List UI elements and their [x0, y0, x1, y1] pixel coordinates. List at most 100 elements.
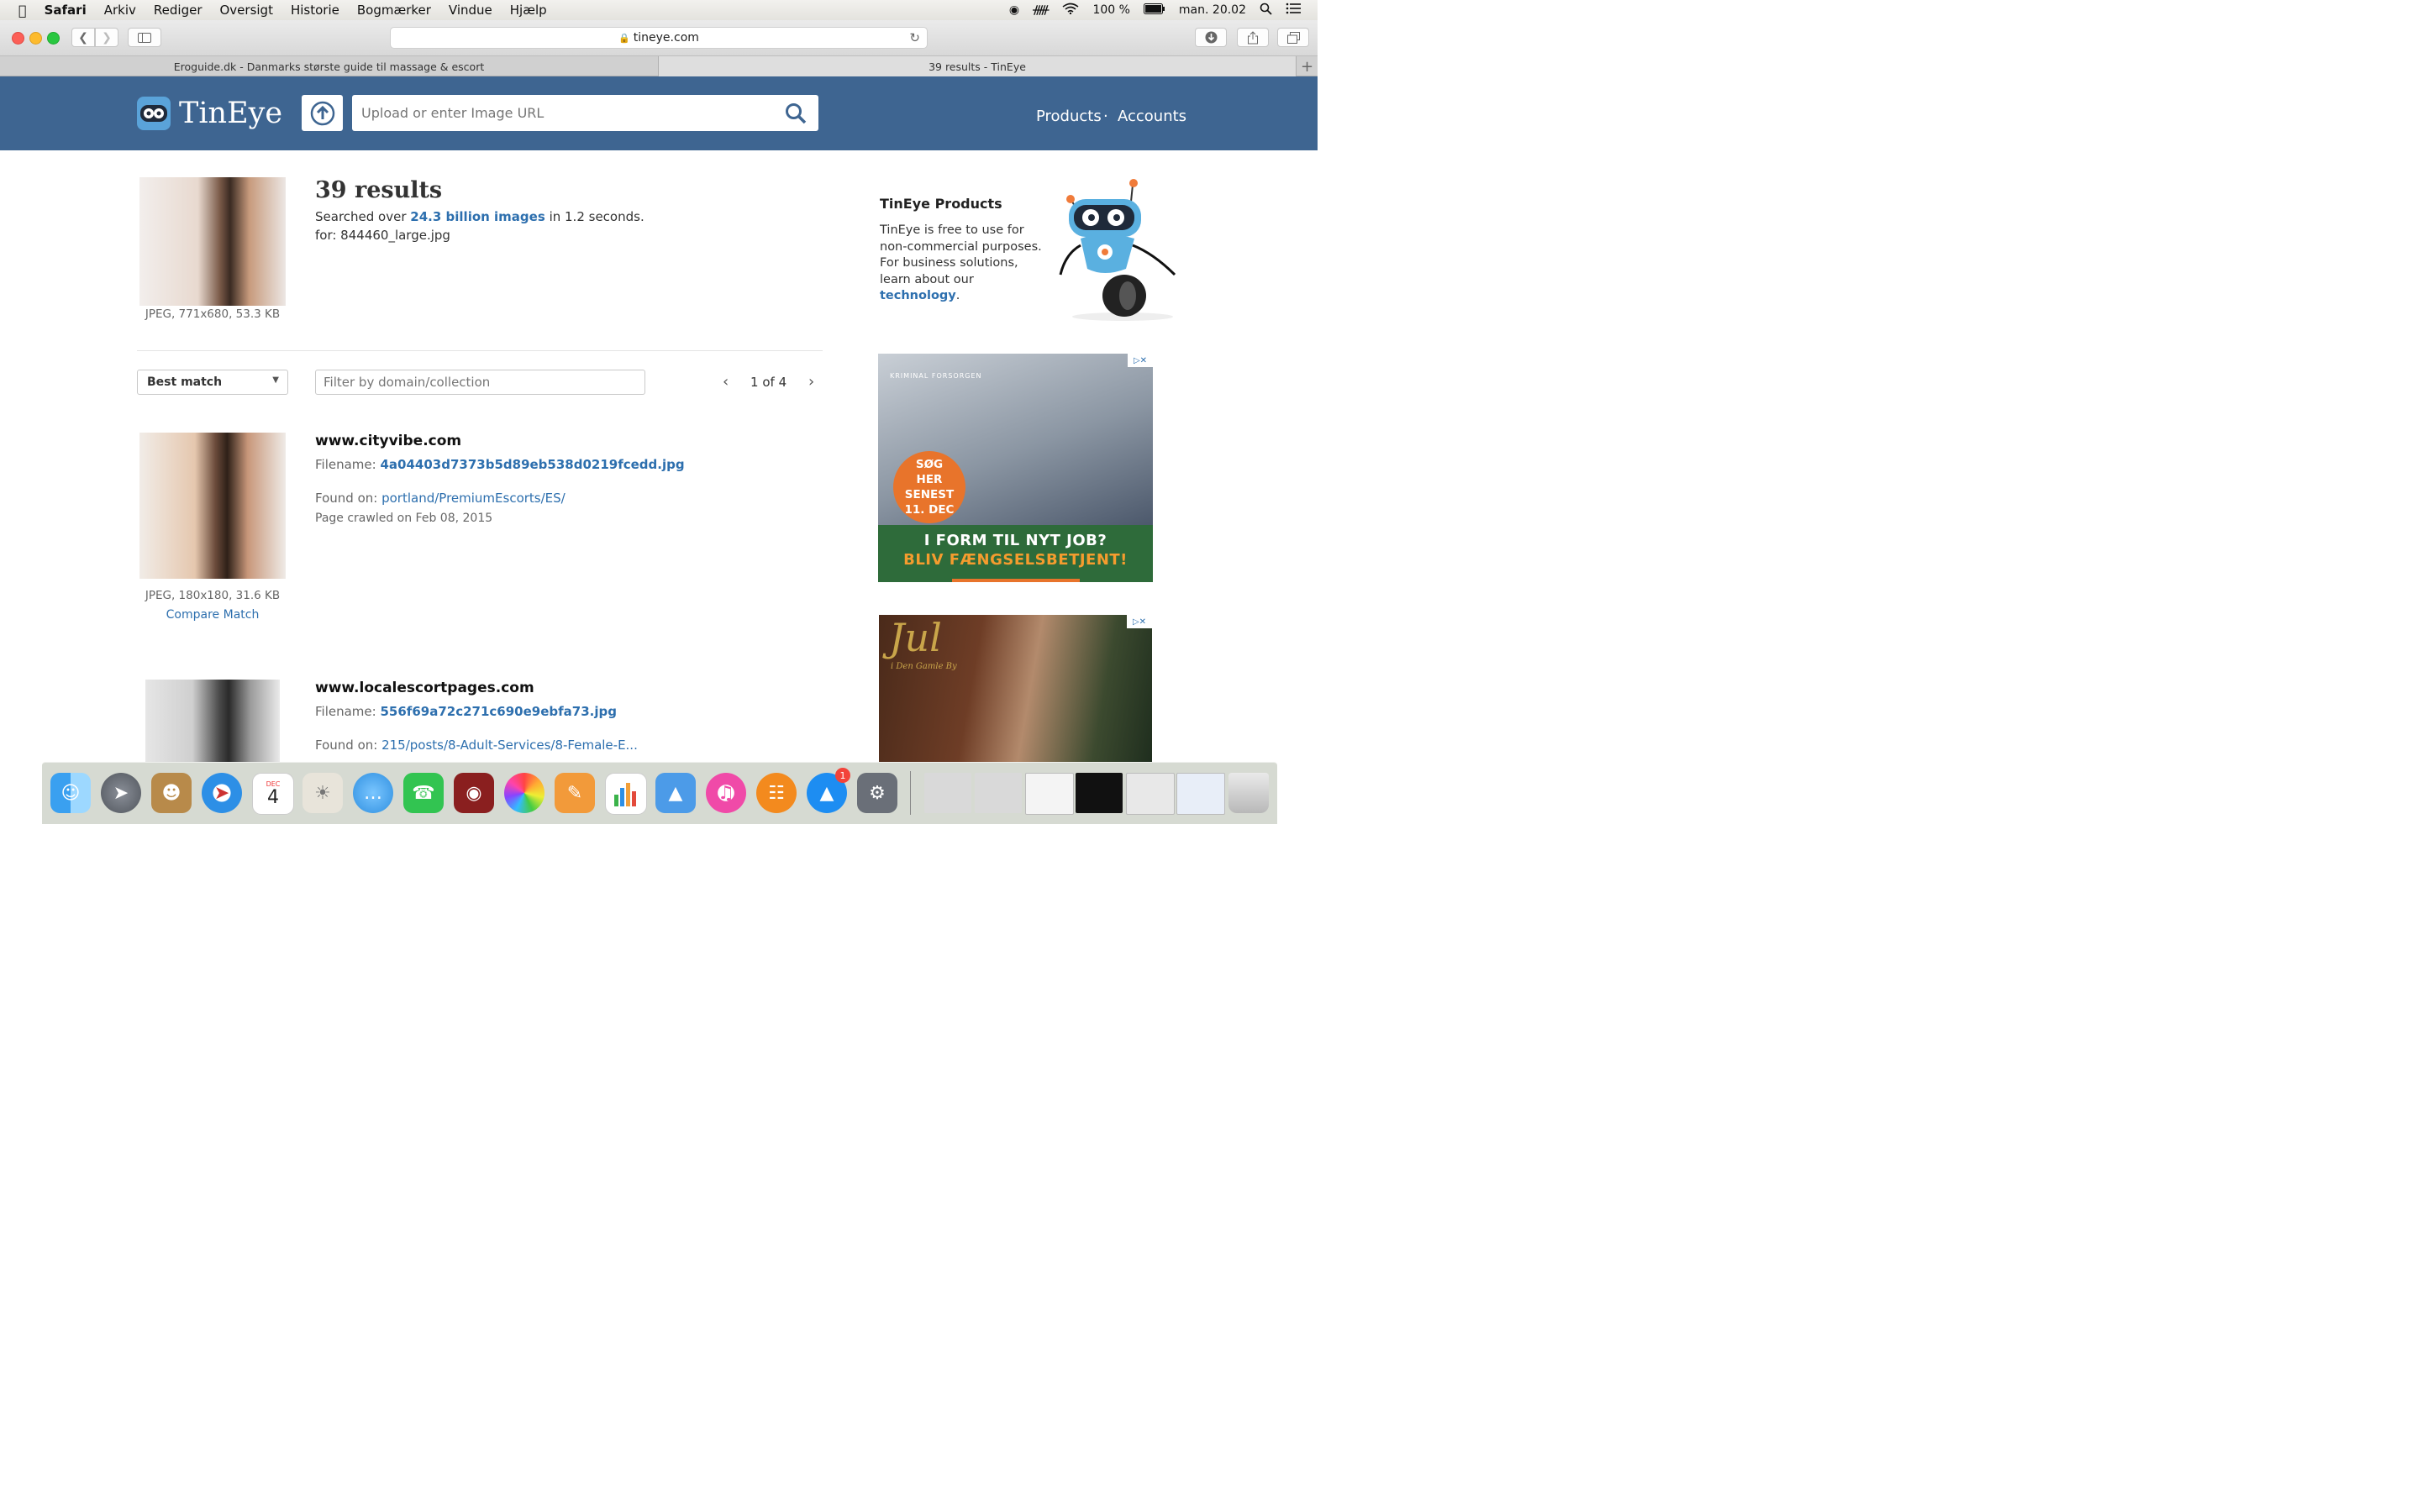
- minimized-window-4[interactable]: [1076, 773, 1123, 813]
- menu-vindue[interactable]: Vindue: [449, 3, 492, 18]
- next-page-button[interactable]: ›: [808, 373, 814, 391]
- contacts-icon[interactable]: ☻: [151, 773, 192, 813]
- back-button[interactable]: ❮: [71, 28, 95, 47]
- safari-icon[interactable]: ➤: [202, 773, 242, 813]
- filename-link[interactable]: 4a04403d7373b5d89eb538d0219fcedd.jpg: [380, 457, 684, 472]
- menu-rediger[interactable]: Rediger: [154, 3, 203, 18]
- downloads-button[interactable]: [1195, 28, 1227, 47]
- sidebar-toggle-button[interactable]: [128, 28, 161, 47]
- privacy-icon[interactable]: ◉: [1009, 3, 1019, 17]
- minimized-window-6[interactable]: [1176, 773, 1225, 815]
- filename-link[interactable]: 556f69a72c271c690e9ebfa73.jpg: [380, 704, 616, 719]
- dock: ☺ ➤ ☻ ➤ DEC 4 ☀ … ☎ ◉ ✎ ▲ ♫ ☷ ▲ 1 ⚙: [42, 762, 1277, 824]
- query-image-thumbnail[interactable]: [139, 177, 286, 306]
- sidebar-title: TinEye Products: [880, 196, 1002, 212]
- address-bar[interactable]: 🔒 tineye.com ↻: [390, 27, 928, 49]
- clock[interactable]: man. 20.02: [1179, 3, 1246, 17]
- sidebar-period: .: [955, 289, 960, 302]
- nav-accounts[interactable]: Accounts: [1118, 108, 1186, 125]
- notification-center-icon[interactable]: [1286, 3, 1301, 18]
- zoom-window-button[interactable]: [47, 32, 60, 45]
- domain-filter-input[interactable]: [315, 370, 645, 395]
- url-text: tineye.com: [633, 31, 699, 45]
- search-summary: Searched over 24.3 billion images in 1.2…: [315, 209, 644, 224]
- finder-icon[interactable]: ☺: [50, 773, 91, 813]
- spotlight-icon[interactable]: [1260, 3, 1272, 18]
- sort-label: Best match: [147, 375, 223, 389]
- bluetooth-icon[interactable]: ᚏ: [1033, 3, 1049, 17]
- prev-page-button[interactable]: ‹: [723, 373, 729, 391]
- pages-icon[interactable]: ✎: [555, 773, 595, 813]
- apple-icon[interactable]: : [18, 3, 27, 18]
- menu-historie[interactable]: Historie: [291, 3, 339, 18]
- menu-hjaelp[interactable]: Hjælp: [510, 3, 547, 18]
- found-on-link[interactable]: 215/posts/8-Adult-Services/8-Female-E...: [381, 738, 638, 753]
- ad-banner-kriminalforsorgen[interactable]: KRIMINAL FORSORGEN SØG HER SENEST 11. DE…: [878, 354, 1153, 582]
- result-image-thumbnail[interactable]: [145, 680, 280, 762]
- download-icon: [1205, 31, 1217, 44]
- facetime-icon[interactable]: ☎: [403, 773, 444, 813]
- battery-icon[interactable]: [1143, 3, 1165, 18]
- preview-icon[interactable]: ☀: [302, 773, 343, 813]
- calendar-icon[interactable]: DEC 4: [252, 773, 294, 815]
- ad-line1: I FORM TIL NYT JOB?: [923, 532, 1107, 549]
- ad-accent-bar: [952, 579, 1080, 582]
- forward-button[interactable]: ❯: [95, 28, 118, 47]
- found-label: Found on:: [315, 738, 378, 753]
- trash-icon[interactable]: [1228, 773, 1269, 813]
- share-button[interactable]: [1237, 28, 1269, 47]
- launchpad-icon[interactable]: ➤: [101, 773, 141, 813]
- ad-footer: I FORM TIL NYT JOB? BLIV FÆNGSELSBETJENT…: [878, 525, 1153, 582]
- search-icon[interactable]: [785, 102, 807, 124]
- searched-prefix: Searched over: [315, 209, 407, 224]
- result-domain[interactable]: www.cityvibe.com: [315, 433, 461, 449]
- tab-bar: Eroguide.dk - Danmarks største guide til…: [0, 55, 1318, 76]
- minimize-window-button[interactable]: [29, 32, 42, 45]
- minimized-window-5[interactable]: [1126, 773, 1175, 815]
- menu-bogmaerker[interactable]: Bogmærker: [357, 3, 431, 18]
- system-preferences-icon[interactable]: ⚙: [857, 773, 897, 813]
- numbers-icon[interactable]: [605, 773, 647, 815]
- sort-select[interactable]: Best match ▼: [137, 370, 288, 395]
- adchoices-icon[interactable]: ▷✕: [1127, 615, 1152, 628]
- menu-oversigt[interactable]: Oversigt: [220, 3, 273, 18]
- page-current: 1: [750, 375, 759, 390]
- nav-separator: ·: [1103, 108, 1108, 125]
- upload-button[interactable]: [302, 95, 343, 131]
- tab-tineye[interactable]: 39 results - TinEye: [659, 56, 1296, 76]
- nav-products[interactable]: Products: [1036, 108, 1102, 125]
- close-window-button[interactable]: [12, 32, 24, 45]
- lock-icon: 🔒: [618, 32, 630, 44]
- messages-icon[interactable]: …: [353, 773, 393, 813]
- reload-icon[interactable]: ↻: [909, 30, 920, 45]
- tineye-logo-text[interactable]: TinEye: [179, 97, 282, 130]
- ad-banner-jul[interactable]: Jul i Den Gamle By ▷✕: [879, 615, 1152, 762]
- technology-link[interactable]: technology: [880, 289, 956, 302]
- app-store-icon[interactable]: ▲ 1: [807, 768, 850, 813]
- minimized-window-1[interactable]: [924, 773, 971, 813]
- wifi-icon[interactable]: [1062, 3, 1079, 18]
- photos-icon[interactable]: [504, 773, 544, 813]
- photo-booth-icon[interactable]: ◉: [454, 773, 494, 813]
- keynote-icon[interactable]: ▲: [655, 773, 696, 813]
- new-tab-button[interactable]: +: [1296, 56, 1318, 76]
- share-icon: [1248, 30, 1258, 44]
- ibooks-icon[interactable]: ☷: [756, 773, 797, 813]
- found-on-link[interactable]: portland/PremiumEscorts/ES/: [381, 491, 566, 506]
- result-domain[interactable]: www.localescortpages.com: [315, 680, 534, 696]
- itunes-icon[interactable]: ♫: [706, 773, 746, 813]
- minimized-window-3[interactable]: [1025, 773, 1074, 815]
- minimized-window-2[interactable]: [975, 773, 1022, 813]
- tab-label: 39 results - TinEye: [929, 60, 1026, 73]
- tab-eroguide[interactable]: Eroguide.dk - Danmarks største guide til…: [0, 56, 659, 76]
- billion-images-link[interactable]: 24.3 billion images: [410, 209, 544, 224]
- menu-app-name[interactable]: Safari: [45, 3, 87, 18]
- adchoices-icon[interactable]: ▷✕: [1128, 354, 1153, 367]
- compare-match-link[interactable]: Compare Match: [139, 608, 286, 622]
- image-url-input[interactable]: [352, 95, 772, 131]
- tabs-overview-button[interactable]: [1277, 28, 1309, 47]
- divider: [137, 350, 823, 351]
- menu-arkiv[interactable]: Arkiv: [104, 3, 136, 18]
- result-image-thumbnail[interactable]: [139, 433, 286, 579]
- tineye-logo-icon[interactable]: [137, 97, 171, 130]
